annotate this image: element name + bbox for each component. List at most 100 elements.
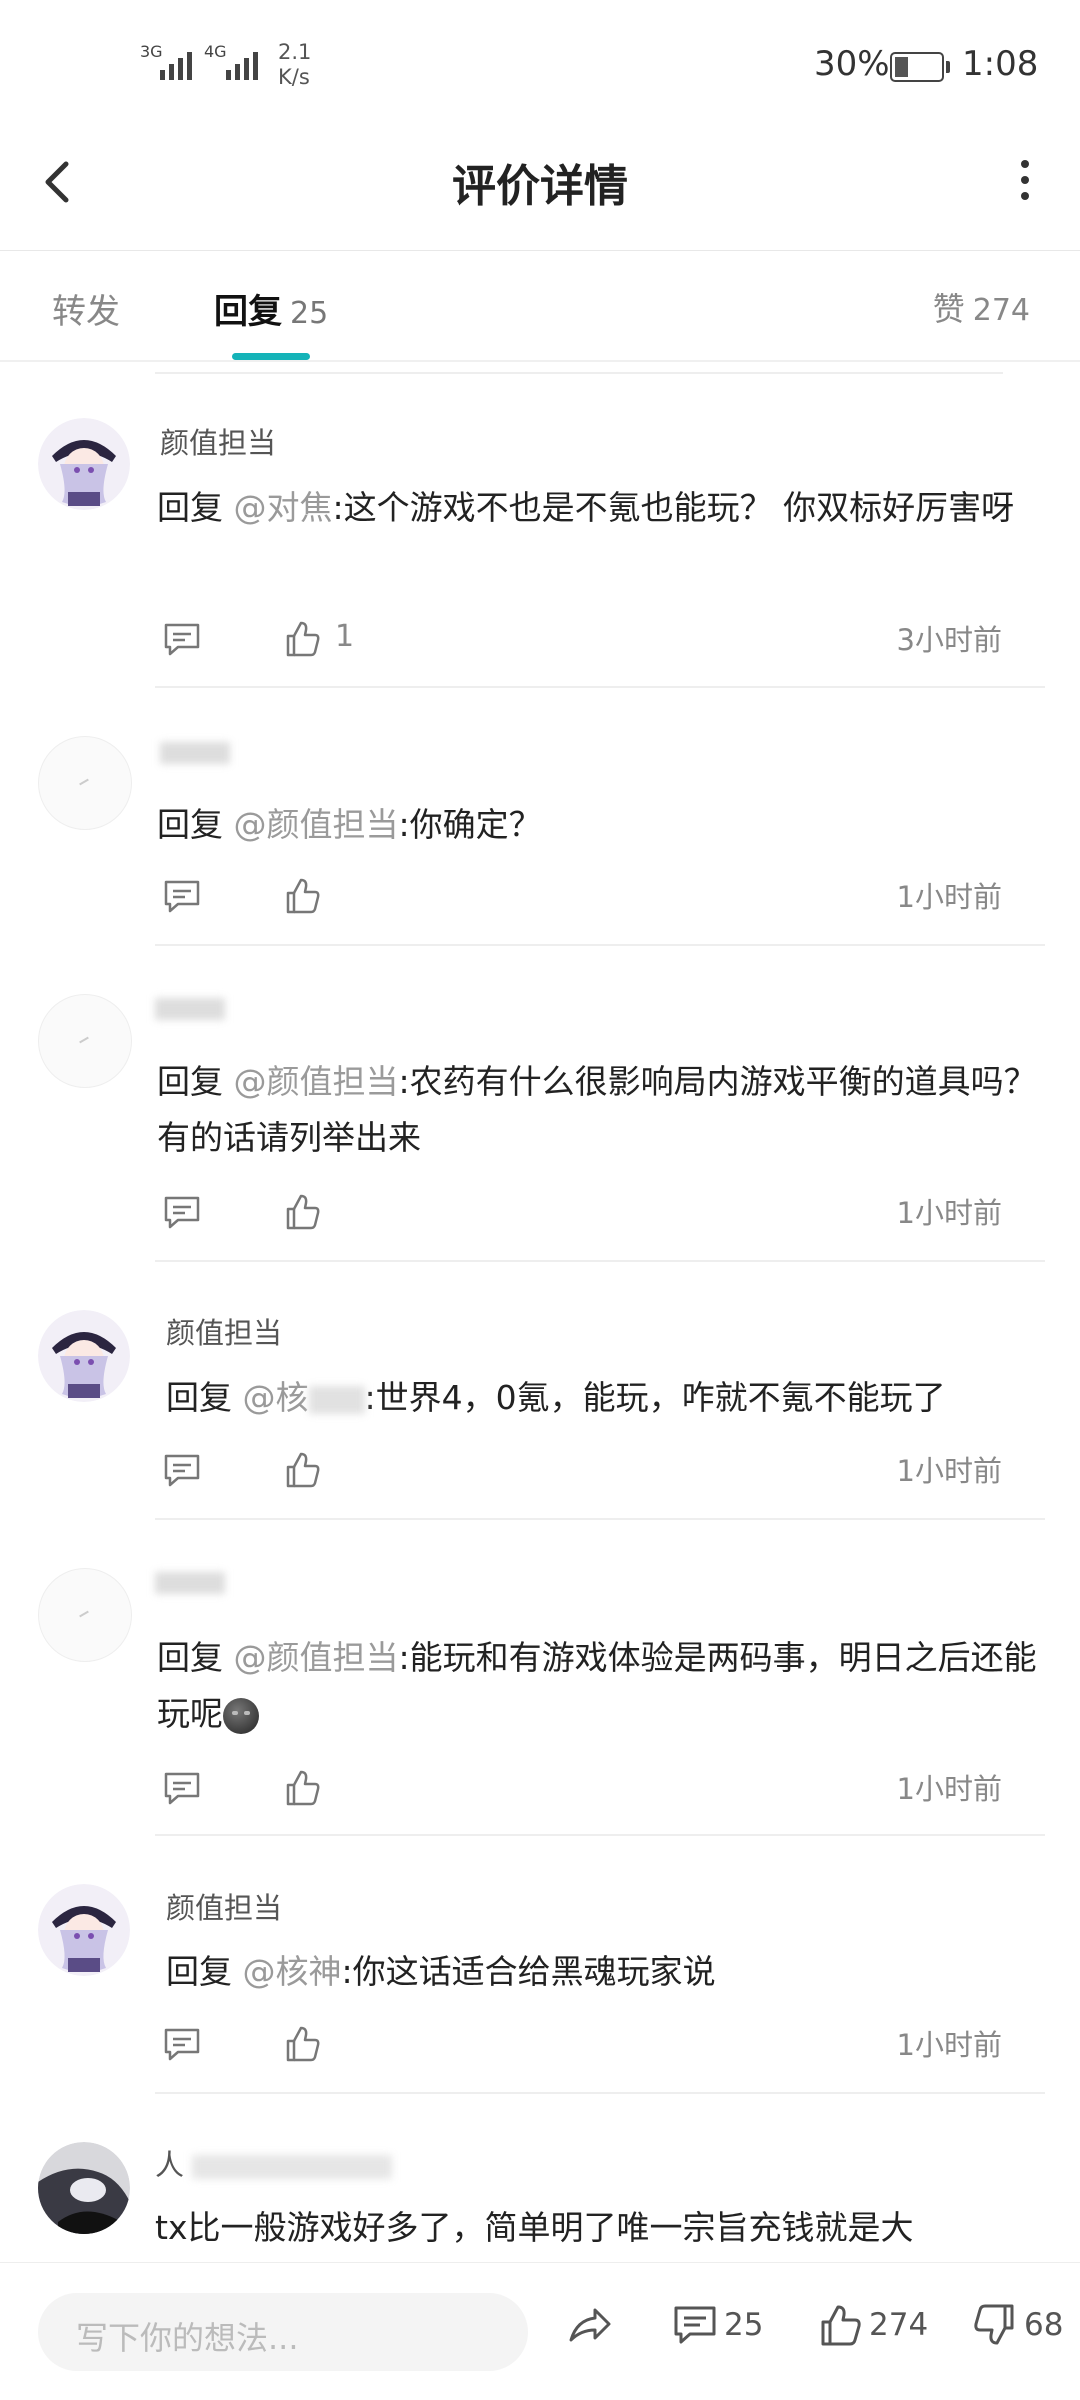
tab-like[interactable]: 赞 274 [933, 284, 1030, 330]
more-vertical-icon [1021, 160, 1029, 200]
mention-link[interactable]: @核神 [243, 1952, 342, 1991]
comment-icon [164, 2028, 200, 2061]
more-button[interactable] [995, 150, 1055, 210]
reply-button[interactable] [160, 1766, 204, 1810]
username[interactable]: 人 [155, 2142, 393, 2184]
like-button[interactable] [280, 2022, 324, 2066]
like-count: 274 [869, 2307, 929, 2343]
comment-icon [164, 880, 200, 913]
reply-button[interactable] [160, 1190, 204, 1234]
thumbs-up-icon [286, 2026, 320, 2062]
mention-link[interactable]: @颜值担当 [234, 805, 399, 844]
mention-link[interactable]: @对焦 [234, 488, 333, 527]
avatar[interactable] [38, 2142, 130, 2234]
comment-text: 回复 @颜值担当:农药有什么很影响局内游戏平衡的道具吗？有的话请列举出来 [157, 1062, 1037, 1157]
network-speed: 2.1 K/s [278, 40, 312, 89]
share-icon [569, 2308, 611, 2342]
input-placeholder: 写下你的想法... [76, 2319, 299, 2357]
avatar-image [38, 1884, 130, 1976]
thumbs-up-icon [286, 878, 320, 914]
comment-icon [164, 1772, 200, 1805]
reply-button[interactable] [160, 617, 204, 661]
comment-text: 回复 @核:世界4，0氪，能玩，咋就不氪不能玩了 [166, 1378, 946, 1417]
comment-text: 回复 @对焦:这个游戏不也是不氪也能玩？ 你双标好厉害呀 [157, 488, 1015, 527]
battery-percent: 30% [814, 44, 890, 84]
emoji-icon [223, 1697, 259, 1734]
thumbs-up-icon [286, 621, 320, 657]
status-bar: 3G 4G 2.1 K/s 30% 1:08 [0, 0, 1080, 130]
divider [155, 686, 1045, 688]
avatar[interactable] [38, 736, 132, 830]
username[interactable]: 颜值担当 [166, 1310, 282, 1352]
divider [155, 944, 1045, 946]
comment-icon [164, 1454, 200, 1487]
comment-text: 回复 @颜值担当:你确定？ [157, 805, 542, 844]
share-button[interactable] [565, 2297, 615, 2353]
like-button[interactable] [280, 1190, 324, 1234]
avatar[interactable] [38, 1310, 130, 1402]
comment-icon [674, 2306, 716, 2344]
comment-icon [164, 1196, 200, 1229]
dislike-count: 68 [1024, 2307, 1064, 2343]
avatar-image [38, 1310, 130, 1402]
like-button[interactable] [280, 1766, 324, 1810]
avatar[interactable] [38, 418, 130, 510]
like-button[interactable] [280, 1448, 324, 1492]
username[interactable] [160, 742, 230, 764]
divider [155, 1260, 1045, 1262]
divider [155, 2092, 1045, 2094]
battery-icon [890, 52, 950, 82]
bottom-action-bar: 写下你的想法... 25 274 68 [0, 2262, 1080, 2400]
comment-actions: 1小时前 [160, 874, 1020, 924]
redacted-name [308, 1385, 365, 1414]
reply-button[interactable] [160, 1448, 204, 1492]
mention-link[interactable]: @核 [243, 1378, 309, 1417]
username[interactable] [155, 1572, 225, 1594]
like-count: 274 [972, 293, 1030, 328]
comment-text: tx比一般游戏好多了，简单明了唯一宗旨充钱就是大 [155, 2208, 914, 2247]
reply-button[interactable] [160, 874, 204, 918]
comment-input[interactable]: 写下你的想法... [38, 2293, 528, 2371]
page-title: 评价详情 [452, 161, 628, 212]
timestamp: 1小时前 [896, 1772, 1002, 1806]
username[interactable]: 颜值担当 [160, 420, 276, 462]
signal-bars-icon [226, 48, 258, 80]
timestamp: 1小时前 [896, 2028, 1002, 2062]
comment-actions: 1小时前 [160, 1448, 1020, 1498]
signal-4g-label: 4G [204, 42, 227, 61]
like-button[interactable]: 274 [815, 2297, 928, 2353]
like-count: 1 [335, 619, 355, 654]
dislike-button[interactable]: 68 [970, 2297, 1063, 2353]
thumbs-down-icon [974, 2304, 1014, 2345]
thumbs-up-icon [821, 2305, 861, 2346]
timestamp: 1小时前 [896, 1196, 1002, 1230]
divider [155, 372, 1003, 374]
comment-actions: 1小时前 [160, 2022, 1020, 2072]
comment-icon [164, 623, 200, 656]
avatar[interactable] [38, 1884, 130, 1976]
thumbs-up-icon [286, 1770, 320, 1806]
comments-button[interactable]: 25 [670, 2297, 763, 2353]
username[interactable]: 颜值担当 [166, 1885, 282, 1927]
reply-button[interactable] [160, 2022, 204, 2066]
username[interactable] [155, 998, 225, 1020]
like-button[interactable] [280, 874, 324, 918]
mention-link[interactable]: @颜值担当 [234, 1638, 399, 1677]
avatar[interactable] [38, 994, 132, 1088]
comment-text: 回复 @核神:你这话适合给黑魂玩家说 [166, 1952, 716, 1991]
comment-count: 25 [724, 2307, 764, 2343]
like-button[interactable] [280, 617, 324, 661]
active-tab-indicator [232, 353, 310, 360]
tab-bar: 转发 回复 25 赞 274 [0, 250, 1080, 362]
mention-link[interactable]: @颜值担当 [234, 1062, 399, 1101]
clock: 1:08 [962, 44, 1039, 84]
tab-forward[interactable]: 转发 [52, 284, 120, 333]
comment-actions: 1小时前 [160, 1190, 1020, 1240]
avatar[interactable] [38, 1568, 132, 1662]
thumbs-up-icon [286, 1452, 320, 1488]
avatar-image [38, 2142, 130, 2234]
divider [155, 1518, 1045, 1520]
tab-reply[interactable]: 回复 25 [214, 284, 328, 333]
avatar-image [38, 418, 130, 510]
comment-text: 回复 @颜值担当:能玩和有游戏体验是两码事，明日之后还能玩呢 [157, 1638, 1037, 1734]
